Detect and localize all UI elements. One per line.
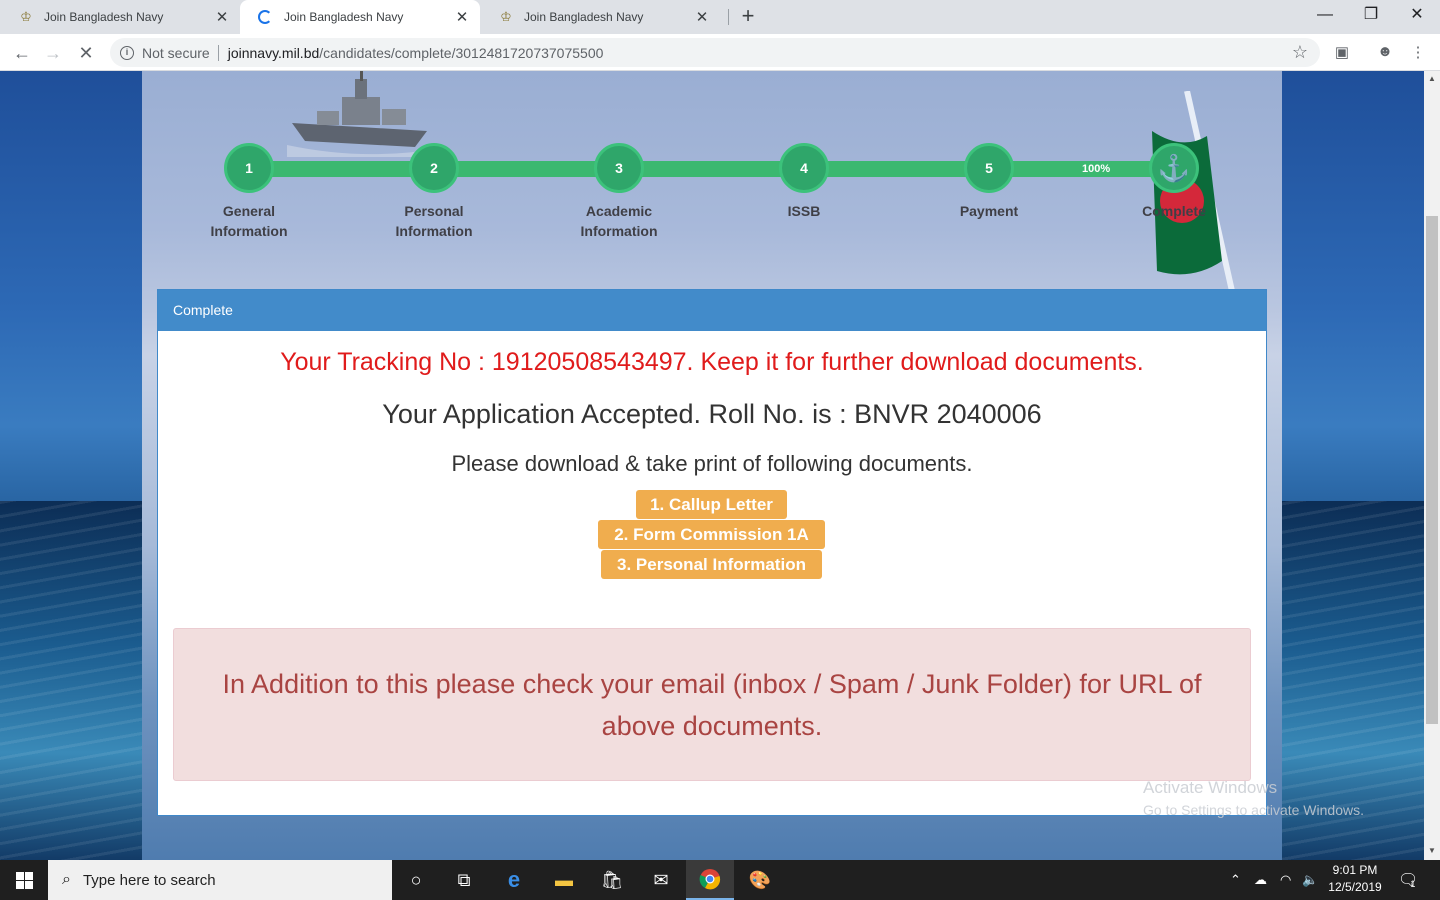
callup-letter-button[interactable]: 1. Callup Letter: [636, 490, 787, 519]
step-complete: ⚓ Complete: [1094, 143, 1254, 221]
tab-title: Join Bangladesh Navy: [284, 10, 404, 24]
step-label-line1: Academic: [585, 203, 653, 219]
email-alert: In Addition to this please check your em…: [173, 628, 1251, 781]
paint-app-icon[interactable]: 🎨: [736, 860, 784, 900]
step-label-line1: Personal: [404, 203, 464, 219]
close-tab-icon[interactable]: ✕: [450, 8, 474, 26]
navy-favicon-icon: ♔: [20, 9, 32, 24]
step-number: 2: [409, 143, 459, 193]
step-label: General Information: [169, 201, 329, 241]
clock-time: 9:01 PM: [1332, 863, 1378, 877]
watermark-subtitle: Go to Settings to activate Windows.: [1143, 802, 1364, 818]
chrome-icon[interactable]: [686, 860, 734, 900]
tab-strip: ♔ Join Bangladesh Navy ✕ Join Bangladesh…: [0, 0, 1440, 34]
action-center-icon[interactable]: 🗨 1: [1398, 860, 1418, 900]
browser-tab-1[interactable]: ♔ Join Bangladesh Navy ✕: [0, 0, 240, 34]
step-number: 3: [594, 143, 644, 193]
step-label: ISSB: [787, 203, 821, 219]
bookmark-star-icon[interactable]: ☆: [1292, 42, 1308, 63]
cortana-icon[interactable]: ○: [392, 860, 440, 900]
step-number: 1: [224, 143, 274, 193]
taskbar-search-box[interactable]: ⌕ Type here to search: [48, 860, 392, 900]
store-icon[interactable]: 🛍: [588, 860, 636, 900]
system-clock[interactable]: 9:01 PM 12/5/2019: [1322, 862, 1388, 896]
restore-window-button[interactable]: ❐: [1348, 0, 1394, 30]
download-instructions-text: Please download & take print of followin…: [451, 451, 973, 476]
scroll-down-arrow-icon[interactable]: ▼: [1424, 846, 1440, 855]
windows-logo-icon: [15, 871, 33, 889]
search-icon: ⌕: [62, 871, 71, 888]
loading-spinner-icon: [258, 10, 272, 24]
panel-heading: Complete: [158, 290, 1266, 331]
close-window-button[interactable]: ✕: [1394, 0, 1440, 30]
back-arrow-icon[interactable]: ←: [9, 40, 35, 66]
step-personal-information: 2 Personal Information: [354, 143, 514, 241]
onedrive-cloud-icon[interactable]: ☁: [1254, 860, 1267, 900]
personal-information-button[interactable]: 3. Personal Information: [601, 550, 822, 579]
step-label-line2: Information: [580, 223, 658, 239]
activate-windows-watermark: Activate Windows Go to Settings to activ…: [1143, 777, 1364, 821]
wifi-icon[interactable]: ◠: [1280, 860, 1291, 900]
application-accepted-text: Your Application Accepted. Roll No. is :…: [382, 399, 1042, 429]
browser-toolbar: ← → ✕ i Not secure joinnavy.mil.bd /cand…: [0, 34, 1440, 71]
page-viewport: 100% 1 General Information 2 Personal Info…: [0, 71, 1424, 860]
close-tab-icon[interactable]: ✕: [210, 8, 234, 26]
tab-divider: [728, 9, 729, 25]
step-label: Payment: [959, 203, 1019, 219]
address-bar[interactable]: i Not secure joinnavy.mil.bd /candidates…: [110, 38, 1320, 67]
step-label: Complete: [1142, 203, 1206, 219]
step-label-line2: Information: [210, 223, 288, 239]
minimize-window-button[interactable]: —: [1302, 0, 1348, 30]
url-host: joinnavy.mil.bd: [227, 44, 320, 61]
notification-count: 1: [1410, 879, 1416, 889]
step-label-line1: General: [222, 203, 276, 219]
new-tab-button[interactable]: +: [736, 4, 760, 28]
form-commission-button[interactable]: 2. Form Commission 1A: [598, 520, 825, 549]
close-tab-icon[interactable]: ✕: [690, 8, 714, 26]
anchor-icon: ⚓: [1149, 143, 1199, 193]
show-hidden-icons[interactable]: ⌃: [1230, 860, 1241, 900]
step-number: 4: [779, 143, 829, 193]
complete-panel: Complete Your Tracking No : 191205085434…: [157, 289, 1267, 816]
page-scrollbar[interactable]: ▲ ▼: [1424, 71, 1440, 860]
browser-tab-3[interactable]: ♔ Join Bangladesh Navy ✕: [480, 0, 720, 34]
chrome-logo-icon: [699, 869, 721, 890]
file-explorer-icon[interactable]: ▬: [540, 860, 588, 900]
navy-favicon-icon: ♔: [500, 9, 512, 24]
tab-title: Join Bangladesh Navy: [44, 10, 164, 24]
search-placeholder: Type here to search: [82, 871, 216, 889]
clock-date: 12/5/2019: [1328, 880, 1382, 894]
step-label: Academic Information: [539, 201, 699, 241]
mail-icon[interactable]: ✉: [637, 860, 685, 900]
step-label: Personal Information: [354, 201, 514, 241]
step-general-information: 1 General Information: [169, 143, 329, 241]
extension-icon[interactable]: ▣: [1332, 43, 1352, 63]
url-path: /candidates/complete/3012481720737075500: [319, 44, 604, 61]
info-icon[interactable]: i: [120, 45, 134, 60]
step-issb: 4 ISSB: [724, 143, 884, 221]
menu-kebab-icon[interactable]: ⋮: [1408, 43, 1428, 63]
profile-avatar-icon[interactable]: ☻: [1375, 43, 1395, 63]
volume-icon[interactable]: 🔈: [1302, 860, 1318, 900]
forward-arrow-icon[interactable]: →: [40, 40, 66, 66]
browser-tab-2[interactable]: Join Bangladesh Navy ✕: [240, 0, 480, 34]
address-divider: [217, 44, 219, 61]
watermark-title: Activate Windows: [1143, 778, 1278, 797]
stop-loading-icon[interactable]: ✕: [73, 40, 99, 66]
start-button[interactable]: [0, 860, 48, 900]
step-academic-information: 3 Academic Information: [539, 143, 699, 241]
step-number: 5: [964, 143, 1014, 193]
tracking-number-text: Your Tracking No : 19120508543497. Keep …: [280, 348, 1144, 376]
step-payment: 5 Payment: [909, 143, 1069, 221]
main-container: 100% 1 General Information 2 Personal Info…: [142, 71, 1282, 860]
scrollbar-thumb[interactable]: [1426, 216, 1438, 724]
task-view-icon[interactable]: ⧉: [440, 860, 488, 900]
security-label: Not secure: [142, 44, 210, 61]
edge-browser-icon[interactable]: e: [490, 860, 538, 900]
tab-title: Join Bangladesh Navy: [524, 10, 644, 24]
step-label-line2: Information: [395, 223, 473, 239]
scroll-up-arrow-icon[interactable]: ▲: [1424, 74, 1440, 83]
windows-taskbar: ⌕ Type here to search ○ ⧉ e ▬ 🛍 ✉ 🎨 ⌃ ☁ …: [0, 860, 1440, 900]
